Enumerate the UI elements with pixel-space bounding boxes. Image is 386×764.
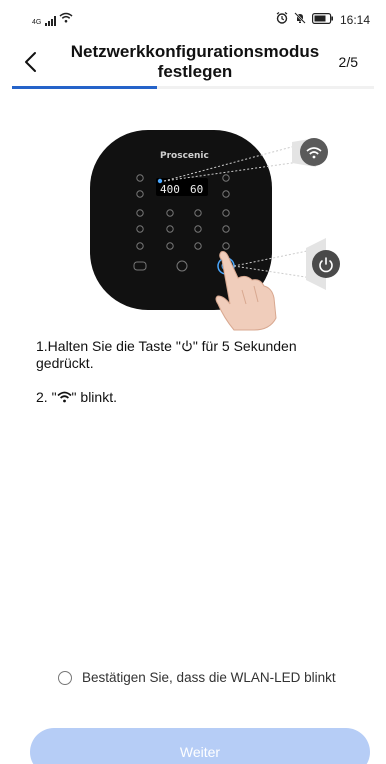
page-title: Netzwerkkonfigurationsmodus festlegen bbox=[70, 42, 320, 81]
instruction-step-1-prefix: 1.Halten Sie die Taste " bbox=[36, 338, 181, 354]
chevron-left-icon bbox=[25, 52, 36, 72]
wifi-icon bbox=[59, 12, 73, 26]
confirm-label: Bestätigen Sie, dass die WLAN-LED blinkt bbox=[82, 670, 336, 685]
back-button[interactable] bbox=[16, 46, 44, 78]
step-indicator: 2/5 bbox=[338, 54, 358, 70]
display-left-value: 400 bbox=[160, 183, 180, 196]
header: Netzwerkkonfigurationsmodus festlegen 2/… bbox=[0, 40, 386, 88]
status-bar: 4G 16:14 bbox=[0, 0, 386, 36]
mute-icon bbox=[294, 12, 306, 27]
next-button[interactable]: Weiter bbox=[30, 728, 370, 764]
status-time: 16:14 bbox=[339, 12, 370, 27]
device-brand: Proscenic bbox=[160, 151, 209, 161]
network-type-label: 4G bbox=[32, 19, 42, 26]
instruction-step-2: 2. " " blinkt. bbox=[36, 389, 356, 406]
status-left: 4G bbox=[32, 12, 73, 26]
instruction-step-2-suffix: " blinkt. bbox=[71, 389, 117, 405]
power-icon bbox=[182, 340, 192, 352]
instruction-step-2-prefix: 2. " bbox=[36, 389, 57, 405]
confirm-checkbox-row[interactable]: Bestätigen Sie, dass die WLAN-LED blinkt bbox=[58, 670, 336, 685]
progress-bar bbox=[12, 86, 157, 89]
instruction-step-1: 1.Halten Sie die Taste " " für 5 Sekunden… bbox=[36, 338, 356, 372]
battery-icon bbox=[311, 12, 334, 27]
wifi-icon bbox=[56, 391, 72, 403]
signal-icon bbox=[45, 16, 57, 26]
alarm-icon bbox=[276, 12, 288, 27]
instructions: 1.Halten Sie die Taste " " für 5 Sekunden… bbox=[36, 338, 356, 423]
display-right-value: 60 bbox=[190, 183, 203, 196]
device-illustration: Proscenic 400 60 bbox=[90, 130, 340, 331]
confirm-radio[interactable] bbox=[58, 670, 72, 685]
status-right: 16:14 bbox=[276, 12, 370, 27]
